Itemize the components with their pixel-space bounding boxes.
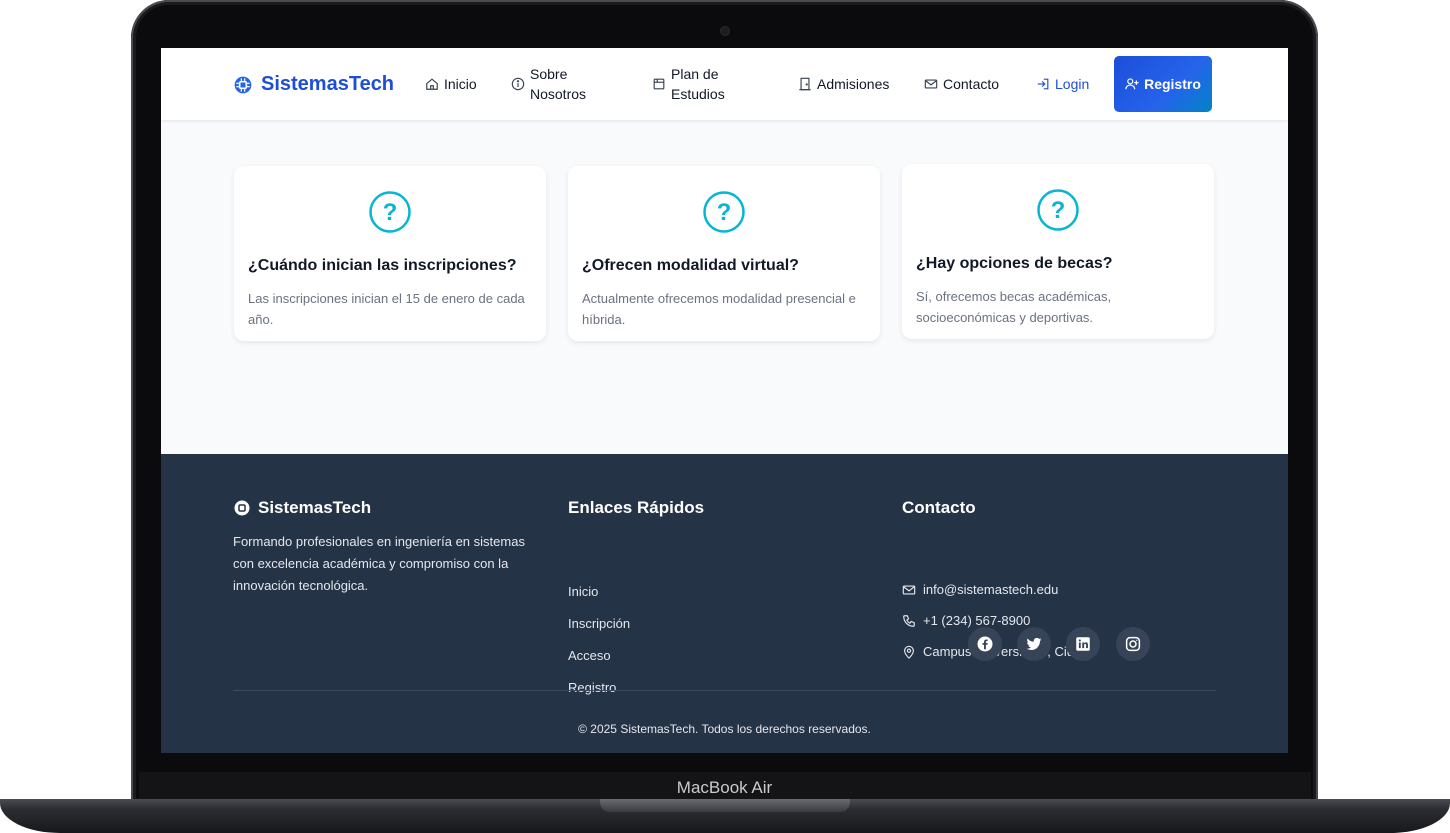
faq-answer: Las inscripciones inician el 15 de enero… xyxy=(248,291,525,327)
quick-links-title: Enlaces Rápidos xyxy=(568,498,705,517)
home-icon xyxy=(426,78,438,90)
contact-phone[interactable]: +1 (234) 567-8900 xyxy=(902,613,1030,628)
copyright: © 2025 SistemasTech. Todos los derechos … xyxy=(578,722,871,736)
envelope-icon xyxy=(902,584,916,595)
footer-link-inscripcion[interactable]: Inscripción xyxy=(568,616,630,631)
facebook-icon[interactable] xyxy=(968,627,1002,661)
instagram-icon[interactable] xyxy=(1116,627,1150,661)
nav-label: Sobre Nosotros xyxy=(530,66,587,102)
brand-logo[interactable]: SistemasTech xyxy=(233,73,394,96)
footer-link-registro[interactable]: Registro xyxy=(568,680,616,695)
contact-phone-text: +1 (234) 567-8900 xyxy=(923,613,1031,628)
footer: SistemasTech Formando profesionales en i… xyxy=(161,454,1288,753)
nav-label: Plan de Estudios xyxy=(671,66,725,102)
register-button[interactable]: Registro xyxy=(1114,56,1212,112)
register-button-label: Registro xyxy=(1144,76,1201,92)
svg-text:?: ? xyxy=(383,199,398,226)
chip-icon xyxy=(234,500,250,516)
login-icon xyxy=(1037,78,1049,90)
browser-viewport: SistemasTech Inicio Sobre Nosotros Plan … xyxy=(161,48,1288,753)
footer-divider xyxy=(233,690,1216,691)
faq-card: ? ¿Hay opciones de becas? Sí, ofrecemos … xyxy=(902,164,1214,339)
twitter-icon[interactable] xyxy=(1017,627,1051,661)
faq-question: ¿Hay opciones de becas? xyxy=(916,255,1113,272)
chip-icon xyxy=(234,76,252,93)
question-circle-icon: ? xyxy=(703,191,745,233)
envelope-icon xyxy=(924,79,938,89)
footer-brand: SistemasTech xyxy=(233,498,371,518)
nav-label: Inicio xyxy=(444,76,477,92)
nav-label: Login xyxy=(1055,76,1090,92)
brand-name: SistemasTech xyxy=(261,73,395,95)
nav-item-login[interactable]: Login xyxy=(1036,74,1089,94)
phone-icon xyxy=(903,614,915,627)
svg-text:?: ? xyxy=(1051,197,1066,224)
contact-email[interactable]: info@sistemastech.edu xyxy=(902,582,1058,597)
footer-link-inicio[interactable]: Inicio xyxy=(568,584,598,599)
camera xyxy=(721,27,729,35)
nav-item-sobre-nosotros[interactable]: Sobre Nosotros xyxy=(511,64,591,104)
nav-label: Contacto xyxy=(943,76,1000,92)
faq-question: ¿Cuándo inician las inscripciones? xyxy=(248,257,517,274)
nav-item-plan-de-estudios[interactable]: Plan de Estudios xyxy=(652,64,732,104)
nav-label: Admisiones xyxy=(817,76,890,92)
nav-item-admisiones[interactable]: Admisiones xyxy=(798,74,889,94)
question-circle-icon: ? xyxy=(369,191,411,233)
nav-item-inicio[interactable]: Inicio xyxy=(425,74,477,94)
navbar: SistemasTech Inicio Sobre Nosotros Plan … xyxy=(161,48,1288,120)
faq-card: ? ¿Ofrecen modalidad virtual? Actualment… xyxy=(568,166,880,341)
map-pin-icon xyxy=(904,645,914,659)
faq-question: ¿Ofrecen modalidad virtual? xyxy=(582,257,799,274)
contact-title: Contacto xyxy=(902,498,976,517)
svg-text:?: ? xyxy=(717,199,732,226)
user-plus-icon xyxy=(1125,78,1139,90)
footer-link-acceso[interactable]: Acceso xyxy=(568,648,611,663)
footer-brand-name: SistemasTech xyxy=(258,498,372,517)
faq-answer: Actualmente ofrecemos modalidad presenci… xyxy=(582,291,856,327)
calendar-icon xyxy=(653,78,665,90)
info-icon xyxy=(511,77,525,91)
door-icon xyxy=(799,77,811,91)
faq-card: ? ¿Cuándo inician las inscripciones? Las… xyxy=(234,166,546,341)
question-circle-icon: ? xyxy=(1037,189,1079,231)
faq-answer: Sí, ofrecemos becas académicas, socioeco… xyxy=(916,289,1112,325)
footer-description: Formando profesionales en ingeniería en … xyxy=(233,534,525,593)
nav-item-contacto[interactable]: Contacto xyxy=(924,74,999,94)
contact-email-text: info@sistemastech.edu xyxy=(923,582,1059,597)
linkedin-icon[interactable] xyxy=(1066,627,1100,661)
laptop-notch xyxy=(600,799,850,812)
device-model-label: MacBook Air xyxy=(676,778,773,797)
